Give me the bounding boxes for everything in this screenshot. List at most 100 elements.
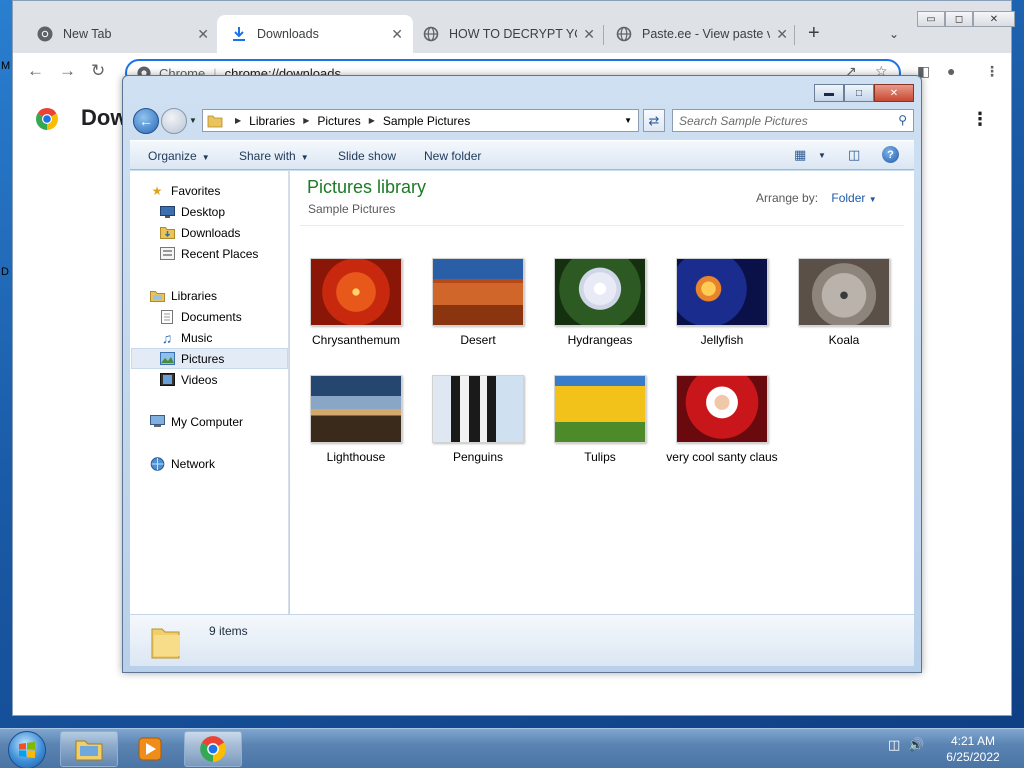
explorer-window: ▬ □ ✕ ← ▼ ▶ Libraries ▶ Pictures ▶ Sampl… bbox=[122, 75, 922, 673]
sidebar-item-libraries[interactable]: Libraries bbox=[149, 285, 306, 306]
chrome-logo-icon bbox=[35, 107, 59, 131]
minimize-button[interactable]: ▬ bbox=[814, 84, 844, 102]
library-title: Pictures library bbox=[307, 177, 427, 197]
taskbar-explorer-button[interactable] bbox=[60, 731, 118, 767]
preview-pane-icon[interactable]: ◫ bbox=[848, 147, 860, 163]
taskbar-media-player-button[interactable] bbox=[122, 731, 178, 767]
download-icon bbox=[231, 26, 247, 42]
close-icon[interactable]: ✕ bbox=[776, 26, 788, 43]
back-button[interactable]: ← bbox=[133, 108, 159, 134]
tab-decrypt[interactable]: HOW TO DECRYPT YOU ✕ bbox=[409, 15, 605, 53]
close-icon[interactable]: ✕ bbox=[583, 26, 595, 43]
breadcrumb-item-pictures[interactable]: Pictures bbox=[317, 114, 360, 128]
file-name: Chrysanthemum bbox=[311, 333, 401, 347]
organize-menu[interactable]: Organize ▼ bbox=[148, 149, 210, 163]
desktop-text-fragment: M bbox=[1, 60, 11, 72]
downloads-folder-icon bbox=[159, 225, 175, 241]
command-bar: Organize ▼ Share with ▼ Slide show New fol… bbox=[130, 140, 914, 170]
file-thumbnail[interactable]: Desert bbox=[422, 258, 534, 348]
chrome-window-controls: ▭ ◻ ✕ bbox=[917, 11, 1015, 27]
new-tab-button[interactable]: + bbox=[808, 23, 820, 43]
breadcrumb-item-sample-pictures[interactable]: Sample Pictures bbox=[383, 114, 470, 128]
media-player-icon bbox=[138, 737, 162, 761]
file-thumbnail[interactable]: Koala bbox=[788, 258, 900, 348]
refresh-button[interactable]: ⇄ bbox=[643, 109, 665, 132]
tulips-image bbox=[554, 375, 646, 443]
volume-icon[interactable]: 🔊 bbox=[908, 737, 924, 753]
tab-new-tab[interactable]: New Tab ✕ bbox=[23, 15, 219, 53]
menu-kebab-icon[interactable]: ⋮ bbox=[985, 63, 999, 80]
file-thumbnail[interactable]: Hydrangeas bbox=[544, 258, 656, 348]
chevron-right-icon[interactable]: ▶ bbox=[235, 116, 241, 125]
clock[interactable]: 4:21 AM 6/25/2022 bbox=[940, 733, 1006, 765]
sidebar-item-my-computer[interactable]: My Computer bbox=[149, 411, 306, 432]
chevron-down-icon[interactable]: ▼ bbox=[818, 151, 826, 160]
breadcrumb-item-libraries[interactable]: Libraries bbox=[249, 114, 295, 128]
divider bbox=[300, 225, 904, 226]
chevron-right-icon[interactable]: ▶ bbox=[369, 116, 375, 125]
slide-show-button[interactable]: Slide show bbox=[338, 149, 396, 163]
file-thumbnail[interactable]: Tulips bbox=[544, 375, 656, 465]
file-name: Penguins bbox=[452, 450, 504, 464]
sidebar-item-network[interactable]: Network bbox=[149, 453, 306, 474]
new-folder-button[interactable]: New folder bbox=[424, 149, 481, 163]
navigation-pane: ★ Favorites Desktop Downloads Recent Plac… bbox=[130, 171, 289, 614]
recent-places-icon bbox=[159, 246, 175, 262]
recent-pages-dropdown[interactable]: ▼ bbox=[189, 116, 197, 125]
search-input[interactable]: Search Sample Pictures ⚲ bbox=[672, 109, 914, 132]
close-icon[interactable]: ✕ bbox=[197, 26, 209, 43]
more-options-icon[interactable]: ⋮ bbox=[971, 109, 989, 130]
file-thumbnail[interactable]: Lighthouse bbox=[300, 375, 412, 465]
tab-title: New Tab bbox=[63, 27, 112, 41]
close-icon[interactable]: ✕ bbox=[391, 26, 403, 43]
sidebar-item-favorites[interactable]: ★ Favorites bbox=[149, 180, 306, 201]
arrange-by: Arrange by: Folder ▼ bbox=[756, 191, 877, 205]
library-subtitle: Sample Pictures bbox=[308, 202, 396, 216]
help-icon[interactable]: ? bbox=[882, 146, 899, 163]
clock-date: 6/25/2022 bbox=[946, 750, 1000, 764]
search-placeholder: Search Sample Pictures bbox=[679, 114, 808, 128]
share-with-menu[interactable]: Share with ▼ bbox=[239, 149, 309, 163]
arrange-by-dropdown[interactable]: Folder ▼ bbox=[831, 191, 876, 205]
details-pane: 9 items bbox=[130, 614, 914, 666]
folder-icon bbox=[207, 114, 223, 128]
chrome-icon bbox=[37, 26, 53, 42]
search-icon[interactable]: ⚲ bbox=[898, 113, 907, 127]
tab-pastee[interactable]: Paste.ee - View paste vp ✕ bbox=[602, 15, 798, 53]
restore-button[interactable]: ◻ bbox=[945, 11, 973, 27]
tab-downloads[interactable]: Downloads ✕ bbox=[217, 15, 413, 53]
view-options-icon[interactable]: ▦ bbox=[794, 147, 806, 163]
maximize-button[interactable]: □ bbox=[844, 84, 874, 102]
file-name: Hydrangeas bbox=[567, 333, 633, 347]
forward-button[interactable] bbox=[161, 108, 187, 134]
close-button[interactable]: ✕ bbox=[973, 11, 1015, 27]
start-button[interactable] bbox=[8, 731, 46, 768]
file-thumbnail[interactable]: very cool santy claus bbox=[666, 375, 778, 465]
file-thumbnail[interactable]: Chrysanthemum bbox=[300, 258, 412, 348]
forward-arrow-icon[interactable]: → bbox=[59, 62, 76, 80]
file-name: Tulips bbox=[584, 450, 616, 464]
minimize-button[interactable]: ▭ bbox=[917, 11, 945, 27]
content-pane: Pictures library Sample Pictures Arrange… bbox=[290, 171, 914, 614]
chevron-down-icon[interactable]: ⌄ bbox=[889, 27, 899, 41]
libraries-icon bbox=[149, 288, 165, 304]
back-arrow-icon[interactable]: ← bbox=[27, 62, 44, 80]
pictures-icon bbox=[159, 351, 175, 367]
chevron-right-icon[interactable]: ▶ bbox=[303, 116, 309, 125]
reload-icon[interactable]: ↻ bbox=[91, 62, 105, 80]
close-button[interactable]: ✕ bbox=[874, 84, 914, 102]
network-status-icon[interactable]: ◫ bbox=[888, 737, 900, 753]
file-thumbnail[interactable]: Penguins bbox=[422, 375, 534, 465]
file-thumbnail[interactable]: Jellyfish bbox=[666, 258, 778, 348]
tab-title: Downloads bbox=[257, 27, 319, 41]
breadcrumb[interactable]: ▶ Libraries ▶ Pictures ▶ Sample Pictures… bbox=[202, 109, 639, 132]
taskbar-chrome-button[interactable] bbox=[184, 731, 242, 767]
chevron-down-icon[interactable]: ▼ bbox=[624, 116, 632, 125]
santa-image bbox=[676, 375, 768, 443]
chrome-tab-strip: New Tab ✕ Downloads ✕ HOW TO DECRYPT YOU… bbox=[13, 1, 1015, 53]
sidebar-item-pictures[interactable]: Pictures bbox=[131, 348, 288, 369]
taskbar: ◫ 🔊 4:21 AM 6/25/2022 bbox=[0, 728, 1024, 768]
tab-title: HOW TO DECRYPT YOU bbox=[449, 27, 577, 41]
profile-icon[interactable]: ● bbox=[947, 63, 955, 79]
tab-title: Paste.ee - View paste vp bbox=[642, 27, 770, 41]
